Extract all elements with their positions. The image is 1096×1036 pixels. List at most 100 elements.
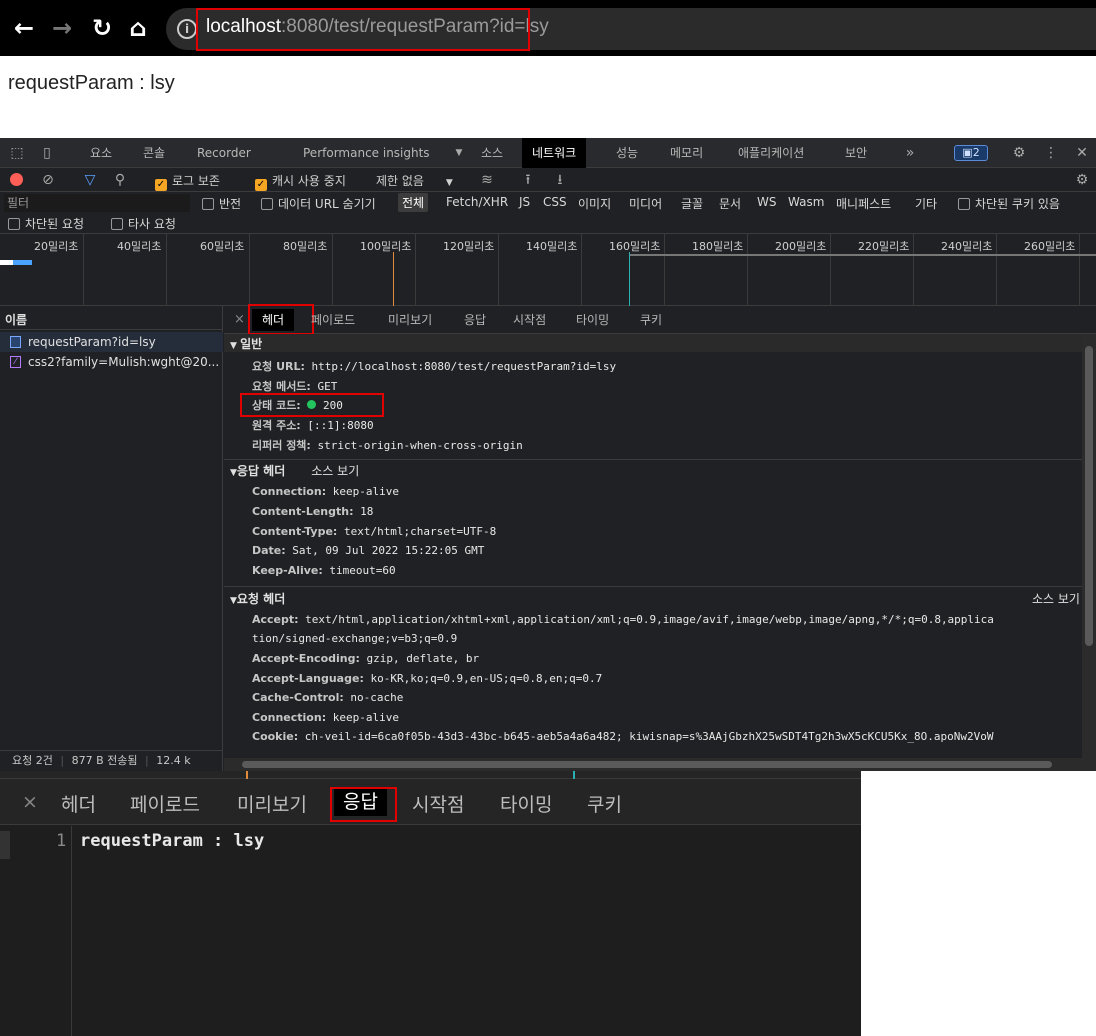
forward-icon[interactable]: → (44, 0, 80, 56)
close-details-icon[interactable]: × (234, 312, 245, 327)
request-row[interactable]: ⁄ css2?family=Mulish:wght@20... (0, 352, 223, 372)
more-panels-icon[interactable]: » (900, 138, 920, 168)
filter-all-button[interactable]: 전체 (398, 193, 429, 212)
response-headers-section-header[interactable]: ▼응답 헤더 소스 보기 (230, 462, 359, 479)
clear-icon[interactable]: ⊘ (38, 165, 58, 195)
panel-top-strip (0, 771, 861, 779)
more-tabs-chevron-icon[interactable]: ▼ (452, 138, 466, 168)
scrollbar-thumb[interactable] (1085, 346, 1093, 646)
name-column-header[interactable]: 이름 (0, 306, 223, 330)
filter-other[interactable]: 기타 (915, 195, 937, 212)
tab-sources[interactable]: 소스 (481, 138, 503, 168)
timeline-label: 220밀리초 (858, 240, 910, 253)
tab-payload[interactable]: 페이로드 (130, 790, 200, 817)
tab-timing[interactable]: 타이밍 (576, 306, 609, 334)
tab-response[interactable]: 응답 (334, 789, 387, 816)
header-row: Accept: text/html,application/xhtml+xml,… (252, 613, 994, 626)
filter-wasm[interactable]: Wasm (788, 195, 824, 209)
home-icon[interactable]: ⌂ (120, 0, 156, 56)
tab-recorder[interactable]: Recorder (197, 138, 251, 168)
filter-media[interactable]: 미디어 (629, 195, 662, 212)
horizontal-scrollbar[interactable] (224, 758, 1096, 771)
general-section-header[interactable]: ▼ 일반 (224, 334, 1082, 352)
issues-badge[interactable]: ▣2 (954, 145, 988, 161)
tab-headers[interactable]: 헤더 (252, 309, 295, 331)
network-toolbar: ⊘ ▽ ⚲ ✓ 로그 보존 ✓ 캐시 사용 중지 제한 없음 ▼ ≋ ⭱ ⭳ ⚙ (0, 168, 1096, 192)
tab-console[interactable]: 콘솔 (143, 138, 165, 168)
filter-manifest[interactable]: 매니페스트 (836, 195, 891, 212)
hide-data-urls-checkbox[interactable]: 데이터 URL 숨기기 (261, 195, 376, 212)
third-party-checkbox[interactable]: 타사 요청 (111, 215, 176, 232)
tab-cookies[interactable]: 쿠키 (587, 790, 622, 817)
tab-performance[interactable]: 성능 (616, 138, 638, 168)
scrollbar-thumb[interactable] (242, 761, 1052, 768)
import-har-icon[interactable]: ⭱ (518, 165, 538, 195)
close-icon[interactable]: × (22, 791, 38, 813)
network-conditions-wifi-icon[interactable]: ≋ (476, 165, 498, 195)
throttle-select[interactable]: 제한 없음 ▼ (376, 172, 453, 189)
info-icon[interactable]: i (177, 19, 197, 39)
export-har-icon[interactable]: ⭳ (550, 165, 570, 195)
preserve-log-checkbox[interactable]: ✓ 로그 보존 (155, 172, 220, 191)
timeline-label: 100밀리초 (360, 240, 412, 253)
tab-payload[interactable]: 페이로드 (311, 306, 355, 334)
device-toolbar-icon[interactable]: ▯ (36, 138, 58, 168)
back-icon[interactable]: ← (6, 0, 42, 56)
tab-preview[interactable]: 미리보기 (388, 306, 432, 334)
tab-initiator[interactable]: 시작점 (412, 790, 464, 817)
filter-doc[interactable]: 문서 (719, 195, 741, 212)
filter-css[interactable]: CSS (543, 195, 567, 209)
request-list: 이름 requestParam?id=lsy ⁄ css2?family=Mul… (0, 306, 223, 771)
view-source-link[interactable]: 소스 보기 (1032, 590, 1082, 607)
tab-elements[interactable]: 요소 (90, 138, 112, 168)
grid-line (664, 234, 665, 306)
timeline-label: 160밀리초 (609, 240, 661, 253)
tab-preview[interactable]: 미리보기 (237, 790, 307, 817)
tab-performance-insights[interactable]: Performance insights (303, 138, 430, 168)
header-row: Accept-Encoding: gzip, deflate, br (252, 652, 480, 665)
timeline-label: 240밀리초 (941, 240, 993, 253)
header-row: Content-Type: text/html;charset=UTF-8 (252, 525, 497, 538)
tab-headers[interactable]: 헤더 (61, 790, 96, 817)
blocked-requests-checkbox[interactable]: 차단된 요청 (8, 215, 84, 232)
tab-security[interactable]: 보안 (845, 138, 867, 168)
timeline-label: 260밀리초 (1024, 240, 1076, 253)
timeline-label: 200밀리초 (775, 240, 827, 253)
request-row[interactable]: requestParam?id=lsy (0, 332, 223, 352)
tab-network[interactable]: 네트워크 (522, 138, 587, 168)
view-source-link[interactable]: 소스 보기 (311, 464, 359, 478)
tab-response[interactable]: 응답 (464, 306, 486, 334)
filter-font[interactable]: 글꼴 (681, 195, 703, 212)
blocked-cookies-checkbox[interactable]: 차단된 쿠키 있음 (958, 195, 1060, 212)
tab-memory[interactable]: 메모리 (670, 138, 703, 168)
search-icon[interactable]: ⚲ (110, 165, 130, 195)
tab-cookies[interactable]: 쿠키 (640, 306, 662, 334)
kebab-menu-icon[interactable]: ⋮ (1042, 138, 1060, 168)
disable-cache-checkbox[interactable]: ✓ 캐시 사용 중지 (255, 172, 346, 191)
inspect-element-icon[interactable]: ⬚ (6, 138, 28, 168)
grid-line (747, 234, 748, 306)
filter-ws[interactable]: WS (757, 195, 776, 209)
request-headers-section-header[interactable]: ▼요청 헤더 (230, 590, 285, 607)
filter-image[interactable]: 이미지 (578, 195, 611, 212)
filter-icon[interactable]: ▽ (80, 165, 100, 195)
network-settings-gear-icon[interactable]: ⚙ (1072, 165, 1092, 195)
close-devtools-icon[interactable]: ✕ (1072, 138, 1092, 168)
filter-input[interactable]: 필터 (4, 194, 190, 212)
tab-timing[interactable]: 타이밍 (500, 790, 552, 817)
tab-application[interactable]: 애플리케이션 (738, 138, 804, 168)
response-body[interactable]: requestParam : lsy (80, 831, 264, 851)
filter-js[interactable]: JS (519, 195, 530, 209)
settings-gear-icon[interactable]: ⚙ (1008, 138, 1030, 168)
record-icon[interactable] (10, 173, 23, 186)
issues-icon: ▣ (962, 146, 973, 159)
reload-icon[interactable]: ↻ (84, 0, 120, 56)
filter-fetch-xhr[interactable]: Fetch/XHR (446, 195, 508, 209)
timeline-overview-line (630, 254, 1096, 256)
vertical-scrollbar[interactable] (1082, 334, 1096, 758)
invert-checkbox[interactable]: 반전 (202, 195, 241, 212)
network-overview-timeline[interactable]: 20밀리초 40밀리초 60밀리초 80밀리초 100밀리초 120밀리초 14… (0, 234, 1096, 306)
tab-initiator[interactable]: 시작점 (513, 306, 546, 334)
general-row: 요청 URL: http://localhost:8080/test/reque… (252, 360, 617, 373)
status-code-highlight-box (240, 393, 384, 417)
